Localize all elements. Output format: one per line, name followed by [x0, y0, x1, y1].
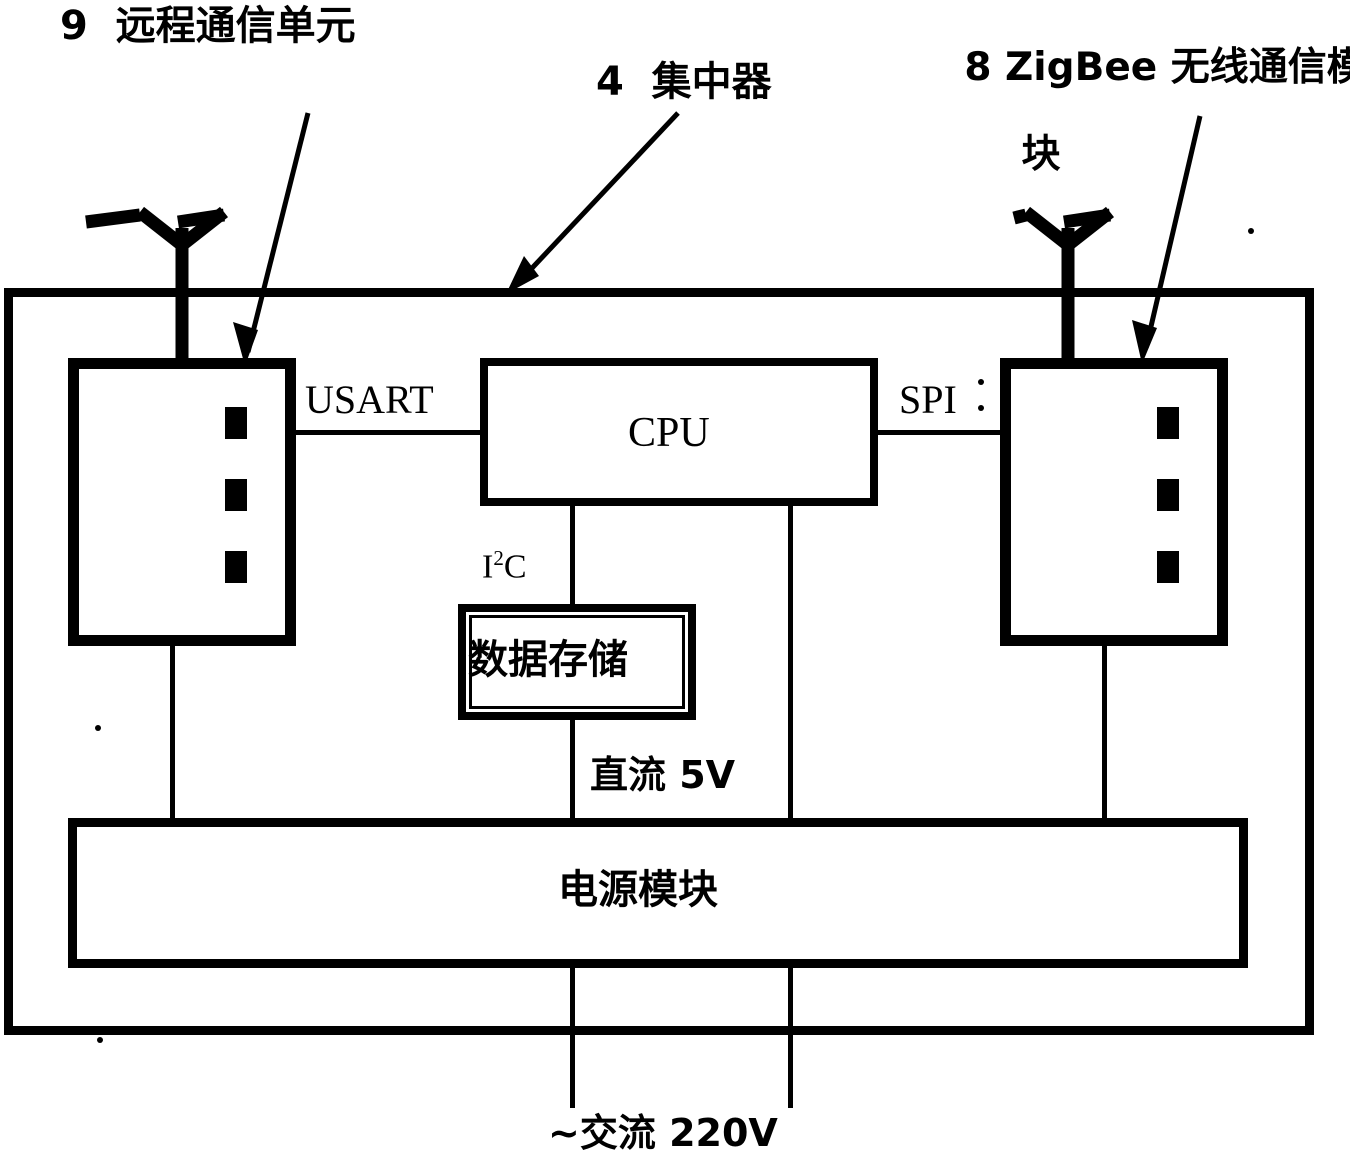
block-cpu-label: CPU	[628, 410, 710, 456]
callout-label-zigbee-line2: 块	[1021, 132, 1061, 178]
bus-label-i2c-superscript: 2	[493, 546, 504, 570]
module-indicator-dot	[225, 551, 247, 583]
connector-dc5v-datastore	[570, 716, 575, 822]
block-remote-communication-unit	[68, 358, 296, 646]
power-label-ac-220v: ~交流 220V	[548, 1111, 778, 1155]
connector-dc5v-remote-unit	[170, 640, 175, 822]
connector-usart	[290, 430, 486, 435]
callout-label-zigbee: 8 ZigBee 无线通信模 块	[910, 2, 1350, 264]
bus-label-usart: USART	[305, 377, 434, 422]
module-indicator-dot	[1157, 479, 1179, 511]
connector-i2c	[570, 500, 575, 608]
block-zigbee-wireless-module	[1000, 358, 1228, 646]
diagram-canvas: 9 远程通信单元 4 集中器 8 ZigBee 无线通信模 块 CPU 数据存储…	[0, 0, 1350, 1161]
connector-ac220v-line1	[570, 962, 575, 1108]
callout-arrow-icon-concentrator	[506, 111, 680, 294]
block-power-module-label: 电源模块	[558, 867, 718, 913]
callout-label-zigbee-line1: 8 ZigBee 无线通信模	[964, 44, 1350, 90]
connector-spi	[872, 430, 1008, 435]
connector-ac220v-line2	[788, 962, 793, 1108]
bus-label-i2c: I2C	[482, 546, 527, 586]
module-indicator-dot	[225, 407, 247, 439]
callout-label-concentrator: 4 集中器	[596, 59, 772, 105]
bus-label-i2c-tail: C	[503, 548, 527, 586]
bus-label-spi: SPI	[899, 377, 957, 422]
block-data-storage-label: 数据存储	[468, 637, 628, 683]
module-indicator-dot	[225, 479, 247, 511]
connector-dc5v-cpu	[788, 500, 793, 822]
module-indicator-dot	[1157, 407, 1179, 439]
callout-label-remote-unit: 9 远程通信单元	[60, 3, 356, 49]
power-label-dc-5v: 直流 5V	[590, 753, 736, 797]
module-indicator-dot	[1157, 551, 1179, 583]
bus-label-i2c-base: I	[482, 548, 494, 586]
connector-dc5v-zigbee	[1102, 640, 1107, 822]
scan-speck	[97, 1037, 103, 1043]
